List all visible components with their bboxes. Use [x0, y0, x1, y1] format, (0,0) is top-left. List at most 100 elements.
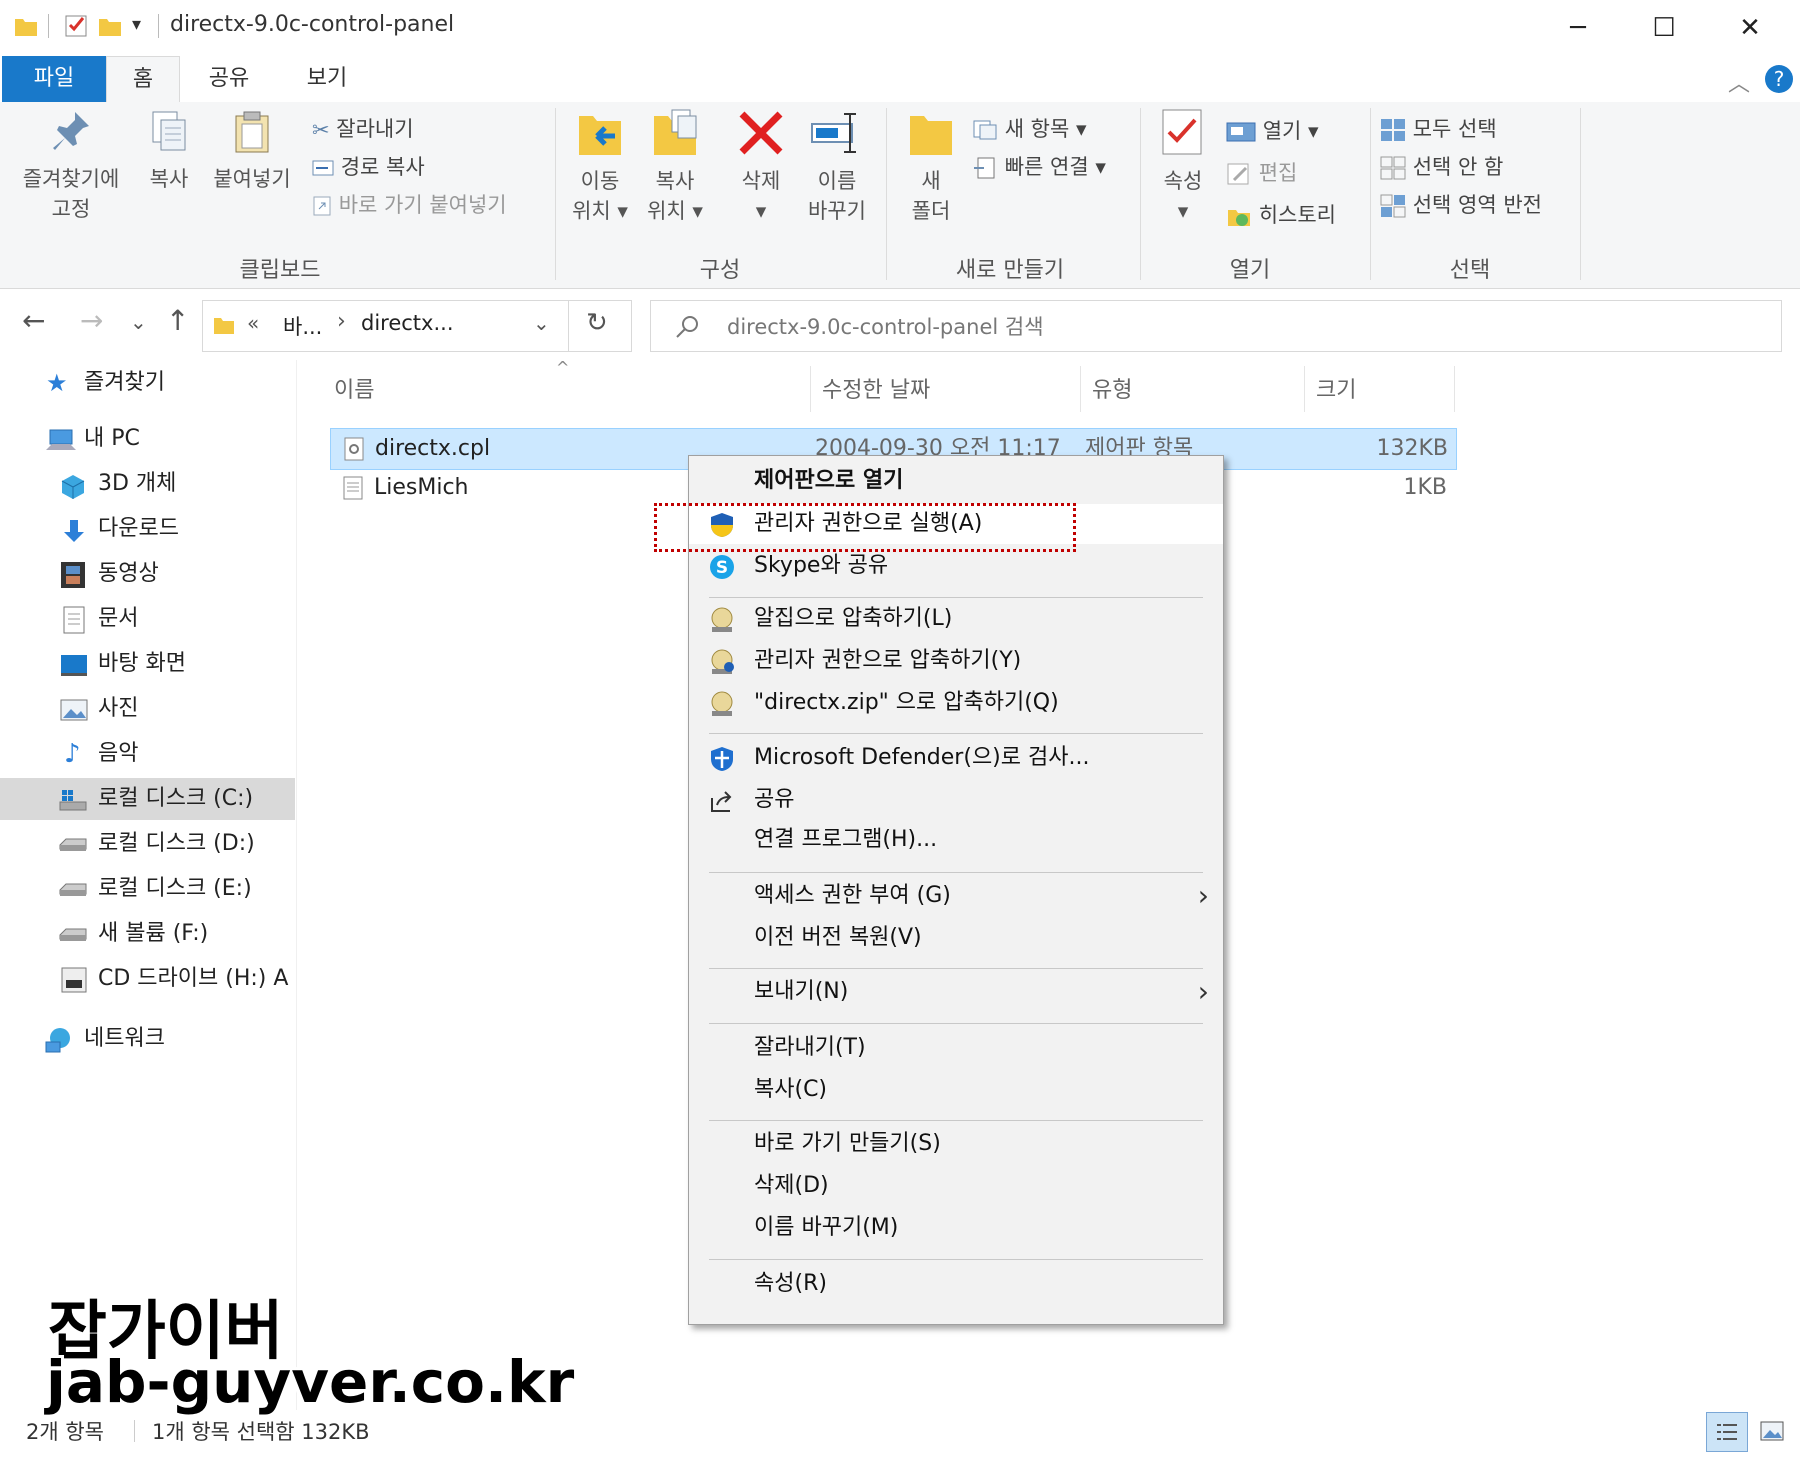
menu-item-compress-zip[interactable]: "directx.zip" 으로 압축하기(Q)	[689, 683, 1223, 723]
move-to-icon	[579, 116, 621, 155]
sidebar-item-network[interactable]: 네트워크	[0, 1018, 295, 1060]
recent-locations-icon[interactable]: ⌄	[130, 310, 147, 334]
forward-arrow-icon[interactable]: →	[80, 304, 103, 337]
menu-item-label: 이름 바꾸기(M)	[754, 1215, 899, 1240]
title-bar: ▾ directx-9.0c-control-panel ─ ☐ ✕	[0, 0, 1800, 56]
large-icons-view-button[interactable]	[1752, 1412, 1792, 1450]
menu-item-share-skype[interactable]: S Skype와 공유	[689, 546, 1223, 586]
select-all-button[interactable]: 모두 선택	[1380, 114, 1497, 144]
invert-selection-button[interactable]: 선택 영역 반전	[1380, 190, 1542, 220]
sidebar-item-local-disk-d[interactable]: 로컬 디스크 (D:)	[0, 823, 295, 865]
refresh-button[interactable]: ↻	[568, 300, 632, 352]
edit-label: 편집	[1258, 161, 1298, 185]
menu-item-restore-versions[interactable]: 이전 버전 복원(V)	[689, 918, 1223, 958]
breadcrumb-item[interactable]: 바...	[283, 311, 322, 341]
column-divider[interactable]	[810, 366, 811, 412]
column-divider[interactable]	[1454, 366, 1455, 412]
address-dropdown-icon[interactable]: ⌄	[533, 311, 550, 335]
close-button[interactable]: ✕	[1707, 0, 1793, 56]
address-bar[interactable]: « 바... › directx... ⌄	[202, 300, 570, 352]
drive-icon	[59, 928, 87, 941]
sidebar-item-pictures[interactable]: 사진	[0, 688, 295, 730]
up-arrow-icon[interactable]: ↑	[166, 304, 189, 337]
select-all-label: 모두 선택	[1412, 117, 1497, 141]
sidebar-item-videos[interactable]: 동영상	[0, 553, 295, 595]
history-button[interactable]: 히스토리	[1226, 200, 1336, 230]
sidebar-item-this-pc[interactable]: 내 PC	[0, 418, 295, 460]
sidebar-item-local-disk-e[interactable]: 로컬 디스크 (E:)	[0, 868, 295, 910]
minimize-button[interactable]: ─	[1535, 0, 1621, 56]
tab-share[interactable]: 공유	[190, 56, 268, 102]
sort-ascending-icon: ^	[556, 358, 570, 377]
properties-button[interactable]: 속성 ▾	[1150, 108, 1216, 226]
column-divider[interactable]	[1304, 366, 1305, 412]
back-arrow-icon[interactable]: ←	[22, 304, 45, 337]
menu-item-copy[interactable]: 복사(C)	[689, 1070, 1223, 1110]
menu-item-cut[interactable]: 잘라내기(T)	[689, 1028, 1223, 1068]
edit-button[interactable]: 편집	[1226, 158, 1297, 188]
new-item-button[interactable]: 새 항목 ▾	[972, 114, 1087, 144]
delete-button[interactable]: 삭제 ▾	[724, 108, 798, 226]
menu-item-label: 이전 버전 복원(V)	[754, 925, 922, 950]
menu-item-give-access[interactable]: 액세스 권한 부여 (G) ›	[689, 876, 1223, 916]
sidebar-item-volume-f[interactable]: 새 볼륨 (F:)	[0, 913, 295, 955]
sidebar-item-quick-access[interactable]: ★ 즐겨찾기	[0, 362, 295, 404]
details-view-button[interactable]	[1706, 1412, 1748, 1452]
menu-item-open-with[interactable]: 연결 프로그램(H)...	[689, 820, 1223, 860]
alzip-icon	[711, 607, 733, 632]
pin-to-quick-access-button[interactable]: 즐겨찾기에 고정	[8, 108, 134, 224]
column-header-type[interactable]: 유형	[1092, 372, 1132, 404]
menu-item-alzip-compress[interactable]: 알집으로 압축하기(L)	[689, 599, 1223, 639]
new-folder-quick-icon[interactable]	[98, 14, 122, 38]
help-icon[interactable]: ?	[1764, 64, 1794, 94]
copy-button[interactable]: 복사	[138, 108, 200, 194]
sidebar-item-music[interactable]: ♪ 음악	[0, 733, 295, 775]
menu-item-rename[interactable]: 이름 바꾸기(M)	[689, 1208, 1223, 1248]
easy-access-button[interactable]: 빠른 연결 ▾	[972, 152, 1106, 182]
sidebar-item-downloads[interactable]: 다운로드	[0, 508, 295, 550]
search-box[interactable]: directx-9.0c-control-panel 검색	[650, 300, 1782, 352]
sidebar-item-3d-objects[interactable]: 3D 개체	[0, 463, 295, 505]
cut-button[interactable]: ✂ 잘라내기	[312, 114, 414, 145]
new-folder-button[interactable]: 새 폴더	[896, 108, 966, 226]
sidebar-item-local-disk-c[interactable]: 로컬 디스크 (C:)	[0, 778, 295, 820]
ribbon-separator	[1580, 108, 1581, 280]
rename-button[interactable]: 이름 바꾸기	[800, 108, 874, 226]
menu-item-send-to[interactable]: 보내기(N) ›	[689, 972, 1223, 1012]
collapse-ribbon-icon[interactable]: ︿	[1728, 66, 1750, 98]
pane-divider[interactable]	[296, 360, 297, 1410]
column-divider[interactable]	[1080, 366, 1081, 412]
paste-shortcut-button[interactable]: 바로 가기 붙여넣기	[312, 190, 507, 220]
sidebar-item-cd-drive-h[interactable]: CD 드라이브 (H:) A	[0, 958, 295, 1000]
drive-icon	[59, 883, 87, 896]
column-header-date[interactable]: 수정한 날짜	[822, 372, 930, 404]
column-header-name[interactable]: 이름	[334, 372, 374, 404]
quick-access-dropdown-icon[interactable]: ▾	[132, 14, 141, 35]
breadcrumb-item-current[interactable]: directx...	[361, 311, 454, 335]
menu-item-share[interactable]: 공유	[689, 780, 1223, 820]
copy-to-button[interactable]: 복사 위치 ▾	[640, 108, 710, 226]
sidebar-item-documents[interactable]: 문서	[0, 598, 295, 640]
menu-item-properties[interactable]: 속성(R)	[689, 1264, 1223, 1304]
properties-quick-icon[interactable]	[64, 12, 90, 38]
copy-path-button[interactable]: 경로 복사	[312, 152, 425, 182]
tab-file[interactable]: 파일	[2, 56, 106, 102]
rename-icon	[811, 113, 856, 153]
sidebar-item-label: 내 PC	[84, 426, 140, 451]
column-header-size[interactable]: 크기	[1316, 372, 1356, 404]
paste-button[interactable]: 붙여넣기	[208, 108, 296, 194]
tab-home[interactable]: 홈	[106, 56, 180, 104]
menu-item-delete[interactable]: 삭제(D)	[689, 1166, 1223, 1206]
sidebar-item-label: 로컬 디스크 (E:)	[98, 876, 252, 901]
menu-item-create-shortcut[interactable]: 바로 가기 만들기(S)	[689, 1124, 1223, 1164]
move-to-button[interactable]: 이동 위치 ▾	[565, 108, 635, 226]
sidebar-item-desktop[interactable]: 바탕 화면	[0, 643, 295, 685]
tab-view[interactable]: 보기	[288, 56, 366, 102]
open-button[interactable]: 열기 ▾	[1226, 116, 1319, 146]
menu-item-open-control-panel[interactable]: 제어판으로 열기	[689, 461, 1223, 501]
menu-item-admin-compress[interactable]: 관리자 권한으로 압축하기(Y)	[689, 641, 1223, 681]
menu-item-defender-scan[interactable]: Microsoft Defender(으)로 검사...	[689, 738, 1223, 778]
maximize-button[interactable]: ☐	[1621, 0, 1707, 56]
breadcrumb-overflow-icon[interactable]: «	[247, 311, 259, 335]
select-none-button[interactable]: 선택 안 함	[1380, 152, 1503, 182]
